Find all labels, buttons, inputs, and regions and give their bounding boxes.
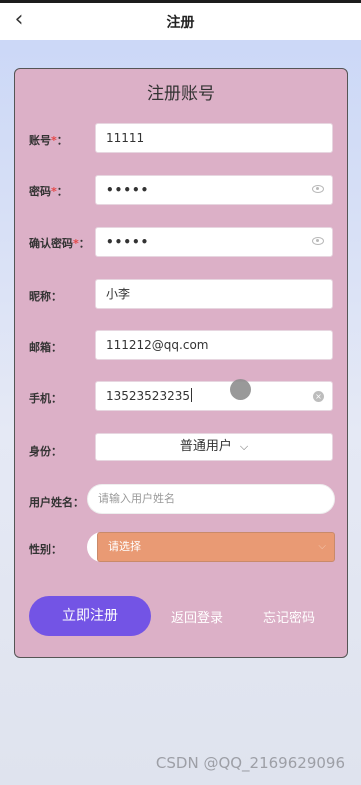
user-name-label: 用户姓名： xyxy=(29,496,84,509)
phone-label: 手机： xyxy=(29,392,62,405)
account-input[interactable]: 11111 xyxy=(95,123,333,153)
register-card: 注册账号 账号*： 11111 密码*： ••••• 确认密码*： ••••• … xyxy=(14,68,348,658)
phone-input[interactable]: 13523523235 × xyxy=(95,381,333,411)
user-name-input[interactable]: 请输入用户姓名 xyxy=(87,484,335,514)
page-title: 注册 xyxy=(166,15,195,31)
top-nav-bar: ‹ 注册 xyxy=(0,0,361,40)
show-confirm-password-eye-icon[interactable] xyxy=(312,237,324,245)
confirm-password-input[interactable]: ••••• xyxy=(95,227,333,257)
text-caret xyxy=(190,388,192,402)
chevron-down-icon: ⌵ xyxy=(318,541,326,552)
clear-input-icon[interactable]: × xyxy=(313,391,324,402)
account-label: 账号*： xyxy=(29,134,68,147)
identity-label: 身份： xyxy=(29,445,62,458)
nickname-input[interactable]: 小李 xyxy=(95,279,333,309)
touch-cursor-indicator xyxy=(230,379,251,400)
email-input[interactable]: 111212@qq.com xyxy=(95,330,333,360)
password-label: 密码*： xyxy=(29,185,68,198)
email-label: 邮箱： xyxy=(29,341,62,354)
show-password-eye-icon[interactable] xyxy=(312,185,324,193)
gender-select[interactable]: 请选择 ⌵ xyxy=(97,532,335,562)
identity-select[interactable]: 普通用户 ⌵ xyxy=(95,433,333,461)
chevron-down-icon: ⌵ xyxy=(239,440,249,453)
form-title: 注册账号 xyxy=(147,84,215,104)
gender-field: 请选择 ⌵ xyxy=(87,532,335,562)
nickname-label: 昵称： xyxy=(29,290,62,303)
back-to-login-link[interactable]: 返回登录 xyxy=(171,607,223,626)
watermark: CSDN @QQ_2169629096 xyxy=(155,754,345,772)
forgot-password-link[interactable]: 忘记密码 xyxy=(263,607,315,626)
password-input[interactable]: ••••• xyxy=(95,175,333,205)
gender-label: 性别： xyxy=(29,543,62,556)
confirm-password-label: 确认密码*： xyxy=(29,237,90,250)
register-button[interactable]: 立即注册 xyxy=(29,596,151,636)
